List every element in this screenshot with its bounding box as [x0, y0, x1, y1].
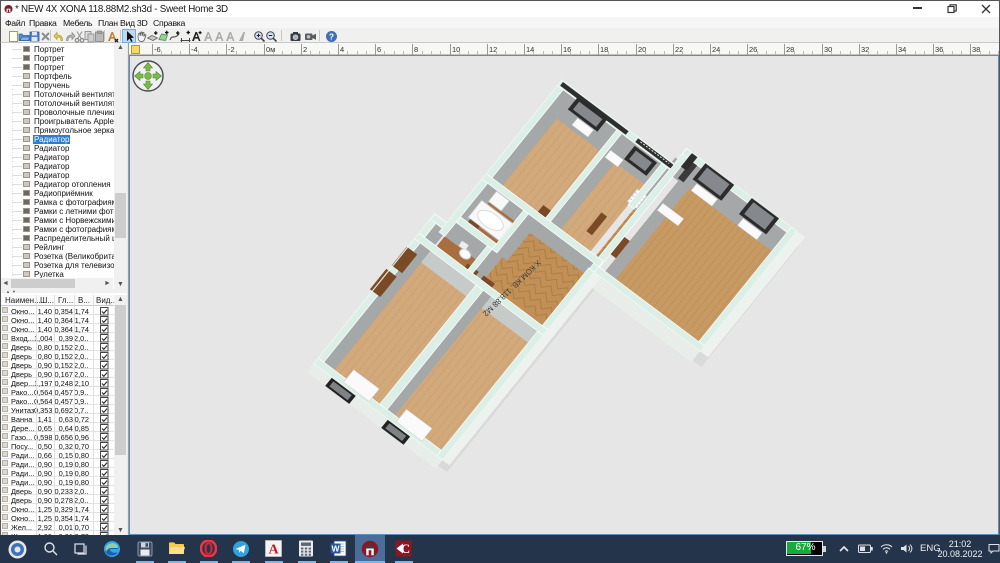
svg-text:W: W [331, 544, 340, 554]
svg-text:C: C [401, 541, 410, 556]
svg-text:A: A [268, 543, 279, 558]
svg-text:?: ? [329, 31, 334, 41]
